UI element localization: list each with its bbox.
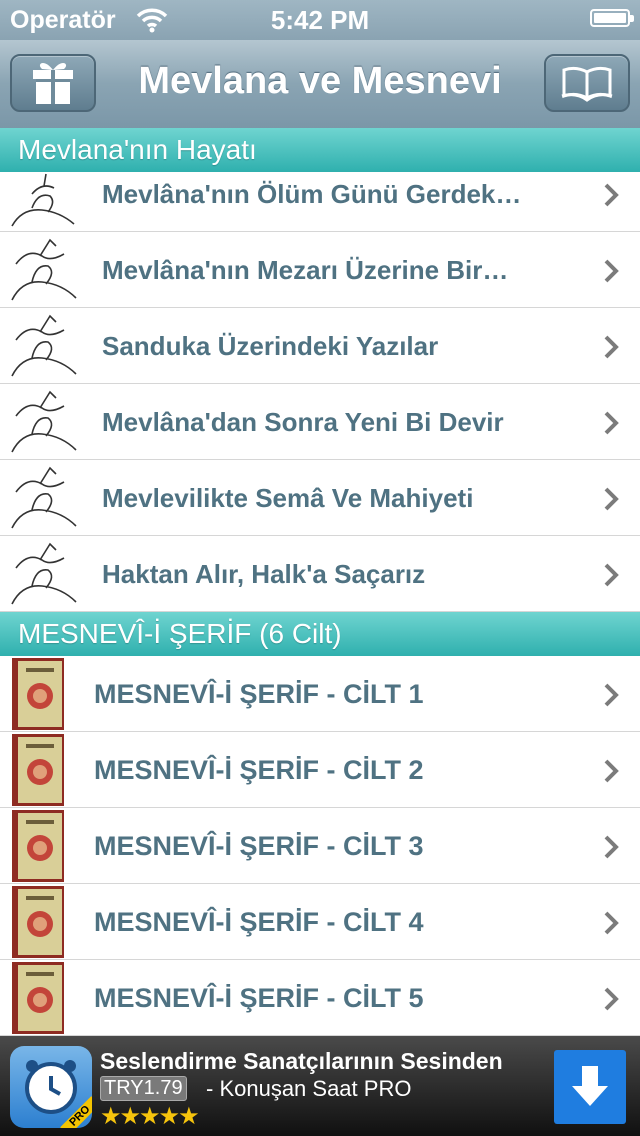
list-item-label: Mevlâna'nın Mezarı Üzerine Bir… [102,255,509,285]
list-item[interactable]: Mevlâna'dan Sonra Yeni Bi Devir [0,384,640,460]
book-cover-icon [12,810,64,882]
list-item-label: Haktan Alır, Halk'a Saçarız [102,559,426,589]
chevron-right-icon [604,411,619,435]
list-item[interactable]: Mevlâna'nın Mezarı Üzerine Bir… [0,232,640,308]
ad-headline: Seslendirme Sanatçılarının Sesinden [100,1048,503,1074]
list-item-label: MESNEVÎ-İ ŞERİF - CİLT 2 [94,755,424,785]
chevron-right-icon [604,835,619,859]
chevron-right-icon [604,563,619,587]
dervish-icon [11,542,77,605]
app-icon[interactable]: PRO [10,1046,92,1128]
list-item[interactable]: Haktan Alır, Halk'a Saçarız [0,536,640,612]
chevron-right-icon [604,759,619,783]
book-cover-icon [12,658,64,730]
dervish-icon [11,238,77,301]
list-item-label: MESNEVÎ-İ ŞERİF - CİLT 3 [94,831,424,861]
list-item[interactable]: MESNEVÎ-İ ŞERİF - CİLT 4 [0,884,640,960]
list-item-label: MESNEVÎ-İ ŞERİF - CİLT 1 [94,679,424,709]
section-header-hayati: Mevlana'nın Hayatı [0,128,640,172]
list-item[interactable]: MESNEVÎ-İ ŞERİF - CİLT 2 [0,732,640,808]
chevron-right-icon [604,259,619,283]
download-button[interactable] [554,1050,626,1124]
ad-banner[interactable]: PRO Seslendirme Sanatçılarının Sesinden … [0,1036,640,1136]
list-item[interactable]: MESNEVÎ-İ ŞERİF - CİLT 3 [0,808,640,884]
book-cover-icon [12,734,64,806]
section-header-mesnevi: MESNEVÎ-İ ŞERİF (6 Cilt) [0,612,640,656]
navigation-bar: Mevlana ve Mesnevi [0,40,640,129]
list-item[interactable]: MESNEVÎ-İ ŞERİF - CİLT 5 [0,960,640,1036]
download-arrow-icon [572,1066,608,1106]
status-bar: Operatör 5:42 PM [0,0,640,40]
battery-icon [590,9,634,27]
chevron-right-icon [604,911,619,935]
chevron-right-icon [604,683,619,707]
list-item[interactable]: Sanduka Üzerindeki Yazılar [0,308,640,384]
dervish-icon [11,173,75,227]
list-item[interactable]: Mevlevilikte Semâ Ve Mahiyeti [0,460,640,536]
rating-stars: ★★★★★ [100,1103,200,1130]
chevron-right-icon [604,183,619,207]
dervish-icon [11,466,77,529]
dervish-icon [11,314,77,377]
list-item-label: Mevlâna'nın Ölüm Günü Gerdek… [102,179,522,209]
book-cover-icon [12,886,64,958]
list-item-label: MESNEVÎ-İ ŞERİF - CİLT 5 [94,983,424,1013]
list-item[interactable]: Mevlâna'nın Ölüm Günü Gerdek… [0,172,640,232]
book-icon [561,66,613,102]
dervish-icon [11,390,77,453]
chevron-right-icon [604,335,619,359]
list-item-label: Mevlâna'dan Sonra Yeni Bi Devir [102,407,504,437]
chevron-right-icon [604,487,619,511]
chevron-right-icon [604,987,619,1011]
list-item[interactable]: MESNEVÎ-İ ŞERİF - CİLT 1 [0,656,640,732]
book-button[interactable] [544,54,630,112]
list-item-label: MESNEVÎ-İ ŞERİF - CİLT 4 [94,907,424,937]
ad-price: TRY1.79 [100,1076,187,1101]
book-cover-icon [12,962,64,1034]
ad-app-name: - Konuşan Saat PRO [206,1076,412,1101]
list-item-label: Sanduka Üzerindeki Yazılar [102,331,439,361]
list-item-label: Mevlevilikte Semâ Ve Mahiyeti [102,483,474,513]
clock: 5:42 PM [270,5,370,35]
